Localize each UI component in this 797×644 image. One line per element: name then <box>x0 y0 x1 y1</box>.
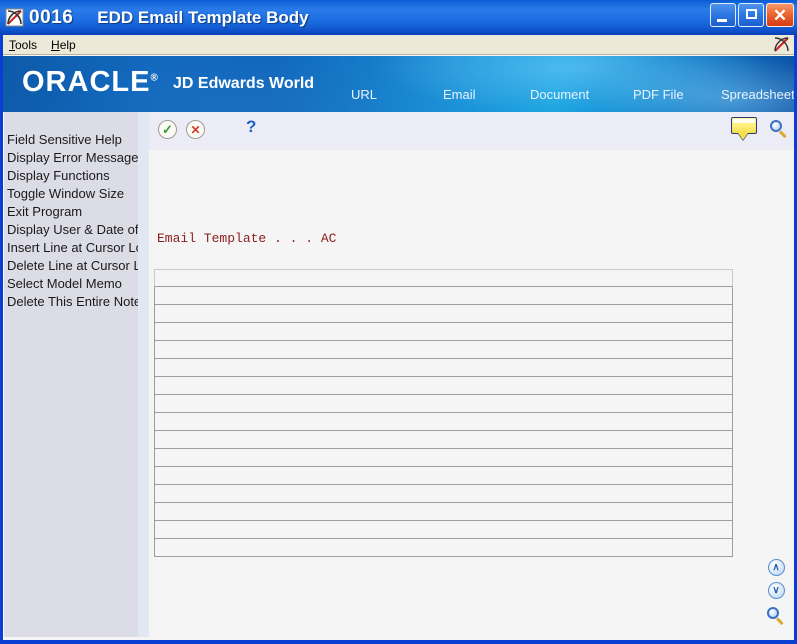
table-row[interactable] <box>154 431 733 449</box>
window-bottom-edge <box>3 640 794 644</box>
jde-logo-icon <box>773 36 790 53</box>
table-row[interactable] <box>154 287 733 305</box>
sidebar-item-select-model-memo[interactable]: Select Model Memo <box>7 275 138 293</box>
sidebar-item-delete-entire-note[interactable]: Delete This Entire Note <box>7 293 138 311</box>
close-button[interactable]: ✕ <box>766 3 794 27</box>
note-line-input-13[interactable] <box>155 486 732 503</box>
nav-item-spreadsheet[interactable]: Spreadsheet <box>721 88 794 101</box>
note-button[interactable] <box>731 117 757 140</box>
note-line-input-11[interactable] <box>155 450 732 467</box>
scroll-up-button[interactable]: ∧ <box>767 559 785 576</box>
table-row[interactable] <box>154 467 733 485</box>
sidebar-item-field-sensitive-help[interactable]: Field Sensitive Help <box>7 131 138 149</box>
registered-mark: ® <box>150 72 159 84</box>
banner-nav: URL Email Document PDF File Spreadsheet <box>3 88 794 108</box>
table-row[interactable] <box>154 377 733 395</box>
magnify-button[interactable] <box>767 607 785 626</box>
note-line-input-14[interactable] <box>155 504 732 521</box>
table-row[interactable] <box>154 305 733 323</box>
help-button[interactable]: ? <box>246 118 256 135</box>
sidebar-item-delete-line[interactable]: Delete Line at Cursor Lo <box>7 257 138 275</box>
note-line-input-4[interactable] <box>155 324 732 341</box>
note-line-input-2[interactable] <box>155 288 732 305</box>
note-line-input-15[interactable] <box>155 522 732 539</box>
note-line-input-1[interactable] <box>155 271 732 288</box>
nav-item-pdf-file[interactable]: PDF File <box>633 88 684 101</box>
email-template-label: Email Template . . . AC <box>157 231 337 246</box>
scroll-controls: ∧ ∨ <box>766 559 786 626</box>
table-row[interactable] <box>154 323 733 341</box>
note-line-input-8[interactable] <box>155 396 732 413</box>
note-line-input-3[interactable] <box>155 306 732 323</box>
x-mark-icon: ✕ <box>186 120 205 139</box>
sidebar-item-display-user-and-date[interactable]: Display User & Date of l <box>7 221 138 239</box>
maximize-icon <box>746 9 757 19</box>
search-button[interactable] <box>770 120 788 139</box>
sidebar-item-insert-line[interactable]: Insert Line at Cursor Loc <box>7 239 138 257</box>
sidebar-item-exit-program[interactable]: Exit Program <box>7 203 138 221</box>
minimize-button[interactable] <box>710 3 736 27</box>
table-row[interactable] <box>154 449 733 467</box>
jde-app-icon <box>5 8 24 27</box>
note-line-input-10[interactable] <box>155 432 732 449</box>
table-row[interactable] <box>154 395 733 413</box>
note-line-input-6[interactable] <box>155 360 732 377</box>
table-row[interactable] <box>154 269 733 288</box>
table-row[interactable] <box>154 359 733 377</box>
menu-item-help-label: elp <box>59 37 76 52</box>
table-row[interactable] <box>154 341 733 359</box>
table-row[interactable] <box>154 503 733 521</box>
checkmark-icon: ✓ <box>158 120 177 139</box>
maximize-button[interactable] <box>738 3 764 27</box>
sidebar-item-display-error-message[interactable]: Display Error Message <box>7 149 138 167</box>
menu-item-help[interactable]: Help <box>51 39 76 51</box>
table-row[interactable] <box>154 485 733 503</box>
application-window: 0016 EDD Email Template Body ✕ Tools Hel… <box>0 0 797 644</box>
close-icon: ✕ <box>772 5 788 25</box>
ok-button[interactable]: ✓ <box>158 120 177 139</box>
sidebar-gutter <box>138 112 149 637</box>
table-row[interactable] <box>154 413 733 431</box>
title-bar: 0016 EDD Email Template Body ✕ <box>0 0 797 35</box>
nav-item-document[interactable]: Document <box>530 88 589 101</box>
sidebar: Field Sensitive Help Display Error Messa… <box>4 112 139 637</box>
question-mark-icon: ? <box>246 117 257 136</box>
note-line-input-5[interactable] <box>155 342 732 359</box>
content-area: Email Template . . . AC ∧ ∨ <box>149 150 794 637</box>
toolbar: ✓ ✕ ? <box>149 112 794 151</box>
note-line-input-7[interactable] <box>155 378 732 395</box>
note-line-input-12[interactable] <box>155 468 732 485</box>
menu-item-tools[interactable]: Tools <box>9 39 37 51</box>
sidebar-item-toggle-window-size[interactable]: Toggle Window Size <box>7 185 138 203</box>
note-line-input-9[interactable] <box>155 414 732 431</box>
menu-item-tools-label: ools <box>15 37 38 52</box>
sidebar-list: Field Sensitive Help Display Error Messa… <box>4 112 138 311</box>
note-body-table <box>154 269 733 557</box>
minimize-icon <box>717 19 727 22</box>
note-icon <box>731 117 757 140</box>
window-controls: ✕ <box>710 3 794 27</box>
menu-bar: Tools Help <box>3 35 794 55</box>
table-row[interactable] <box>154 539 733 557</box>
magnifier-icon <box>770 120 788 139</box>
sidebar-item-display-functions[interactable]: Display Functions <box>7 167 138 185</box>
cancel-button[interactable]: ✕ <box>186 120 205 139</box>
scroll-down-button[interactable]: ∨ <box>767 582 785 599</box>
window-title: EDD Email Template Body <box>97 8 309 27</box>
table-row[interactable] <box>154 521 733 539</box>
note-line-input-16[interactable] <box>155 540 732 557</box>
oracle-banner: ORACLE® JD Edwards World URL Email Docum… <box>3 56 794 112</box>
window-id: 0016 <box>29 7 74 28</box>
nav-item-url[interactable]: URL <box>351 88 377 101</box>
nav-item-email[interactable]: Email <box>443 88 476 101</box>
